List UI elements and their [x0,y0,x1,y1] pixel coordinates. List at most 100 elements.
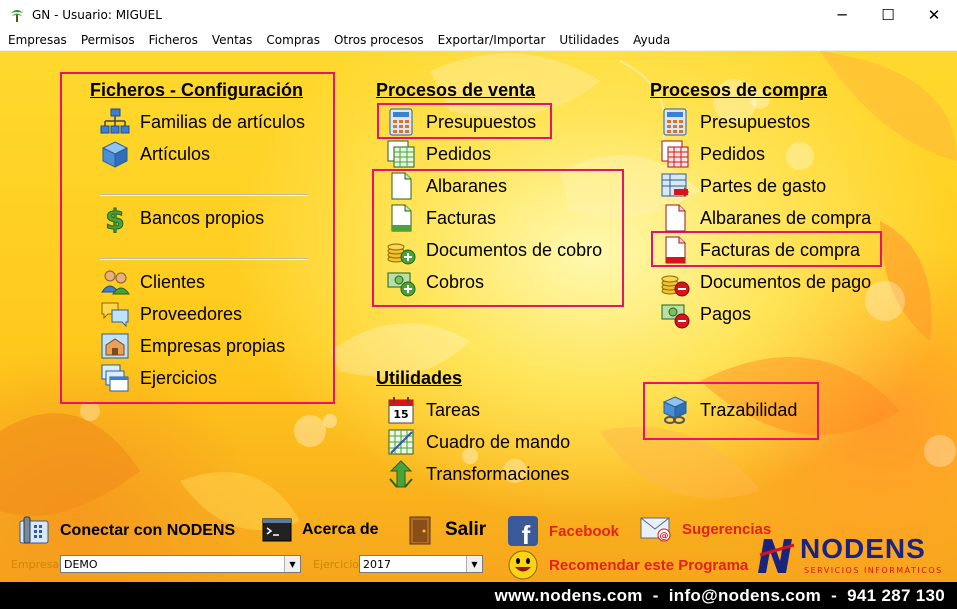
speech-bubbles-icon [100,299,130,329]
menu-utilidades[interactable]: Utilidades [552,33,626,47]
ejercicio-label: Ejercicio [313,558,359,571]
menu-otros-procesos[interactable]: Otros procesos [327,33,431,47]
presupuestos-venta-link[interactable]: Presupuestos [386,107,536,137]
presupuestos-compra-link[interactable]: Presupuestos [660,107,810,137]
calendar-day: 15 [393,407,409,421]
stacked-windows-icon [100,363,130,393]
contact-footer: www.nodens.com - info@nodens.com - 941 2… [0,582,957,609]
sugerencias-link[interactable]: @ Sugerencias [640,515,771,543]
title-bar: GN - Usuario: MIGUEL ─ ☐ ✕ [0,0,957,30]
recomendar-link[interactable]: Recomendar este Programa [507,549,748,581]
salir-button[interactable]: Salir [405,515,486,545]
main-panel: Ficheros - Configuración Familias de art… [0,51,957,582]
separator [100,194,308,196]
albaranes-venta-link[interactable]: Albaranes [386,171,507,201]
acerca-de-button[interactable]: Acerca de [262,515,379,545]
transform-arrow-icon [386,459,416,489]
pedidos-compra-label: Pedidos [700,143,766,164]
facebook-icon: f [507,515,539,547]
menu-ventas[interactable]: Ventas [205,33,260,47]
ficheros-title: Ficheros - Configuración [90,80,304,100]
spreadsheet-green-icon [386,139,416,169]
tareas-link[interactable]: 15 Tareas [386,395,480,425]
acerca-de-label: Acerca de [302,521,379,538]
svg-text:$: $ [105,203,124,233]
empresa-select[interactable]: DEMO ▼ [60,555,301,573]
presupuestos-compra-label: Presupuestos [700,111,811,132]
ejercicios-link[interactable]: Ejercicios [100,363,217,393]
cube-icon [100,139,130,169]
compras-title: Procesos de compra [650,80,828,100]
transformaciones-link[interactable]: Transformaciones [386,459,569,489]
document-red-icon [660,203,690,233]
albaranes-compra-label: Albaranes de compra [700,207,872,228]
facturas-venta-link[interactable]: Facturas [386,203,496,233]
users-icon [100,267,130,297]
facturas-compra-link[interactable]: Facturas de compra [660,235,860,265]
document-green-icon [386,171,416,201]
partes-gasto-label: Partes de gasto [700,175,827,196]
pedidos-venta-link[interactable]: Pedidos [386,139,491,169]
trazabilidad-link[interactable]: Trazabilidad [660,395,797,425]
cuadro-mando-label: Cuadro de mando [426,431,571,452]
facturas-compra-label: Facturas de compra [700,239,861,260]
nodens-logo-tagline: SERVICIOS INFORMÁTICOS [804,566,943,575]
ejercicio-value: 2017 [363,557,391,571]
nodens-logo: NODENS SERVICIOS INFORMÁTICOS [756,533,952,579]
chevron-down-icon: ▼ [466,556,482,572]
cobros-link[interactable]: Cobros [386,267,484,297]
phone-icon [18,515,50,547]
menu-ficheros[interactable]: Ficheros [142,33,205,47]
menu-compras[interactable]: Compras [259,33,327,47]
cuadro-mando-link[interactable]: Cuadro de mando [386,427,570,457]
recomendar-label: Recomendar este Programa [549,556,749,574]
ejercicio-select[interactable]: 2017 ▼ [359,555,483,573]
chevron-down-icon: ▼ [284,556,300,572]
bancos-propios-link[interactable]: $ Bancos propios [100,203,264,233]
svg-text:f: f [522,520,531,547]
conectar-nodens-button[interactable]: Conectar con NODENS [18,515,235,547]
cash-remove-icon [660,299,690,329]
pedidos-venta-label: Pedidos [426,143,492,164]
clientes-link[interactable]: Clientes [100,267,205,297]
documentos-pago-label: Documentos de pago [700,271,872,292]
close-button[interactable]: ✕ [911,0,957,30]
proveedores-label: Proveedores [140,303,243,324]
proveedores-link[interactable]: Proveedores [100,299,242,329]
documentos-pago-link[interactable]: Documentos de pago [660,267,871,297]
svg-text:@: @ [660,532,669,542]
app-icon [8,6,26,24]
spreadsheet-red-icon [660,139,690,169]
empresas-propias-label: Empresas propias [140,335,286,356]
presupuestos-venta-label: Presupuestos [426,111,537,132]
albaranes-venta-label: Albaranes [426,175,508,196]
calculator-icon [386,107,416,137]
documentos-cobro-link[interactable]: Documentos de cobro [386,235,602,265]
trazabilidad-label: Trazabilidad [700,399,798,420]
albaranes-compra-link[interactable]: Albaranes de compra [660,203,871,233]
empresas-propias-link[interactable]: Empresas propias [100,331,285,361]
menu-ayuda[interactable]: Ayuda [626,33,677,47]
nodens-logo-text: NODENS [800,533,926,564]
articulos-link[interactable]: Artículos [100,139,210,169]
menu-permisos[interactable]: Permisos [74,33,142,47]
calculator-icon [660,107,690,137]
minimize-button[interactable]: ─ [819,0,865,30]
tareas-label: Tareas [426,399,481,420]
facebook-link[interactable]: f Facebook [507,515,619,547]
building-icon [100,331,130,361]
menu-exportar-importar[interactable]: Exportar/Importar [431,33,553,47]
org-chart-icon [100,107,130,137]
clientes-label: Clientes [140,271,206,292]
coins-add-icon [386,235,416,265]
terminal-icon [262,515,292,545]
salir-label: Salir [445,519,487,540]
pagos-link[interactable]: Pagos [660,299,751,329]
menu-empresas[interactable]: Empresas [0,33,74,47]
maximize-button[interactable]: ☐ [865,0,911,30]
pedidos-compra-link[interactable]: Pedidos [660,139,765,169]
familias-articulos-link[interactable]: Familias de artículos [100,107,305,137]
expense-report-icon [660,171,690,201]
partes-gasto-link[interactable]: Partes de gasto [660,171,826,201]
window-title: GN - Usuario: MIGUEL [32,8,162,22]
